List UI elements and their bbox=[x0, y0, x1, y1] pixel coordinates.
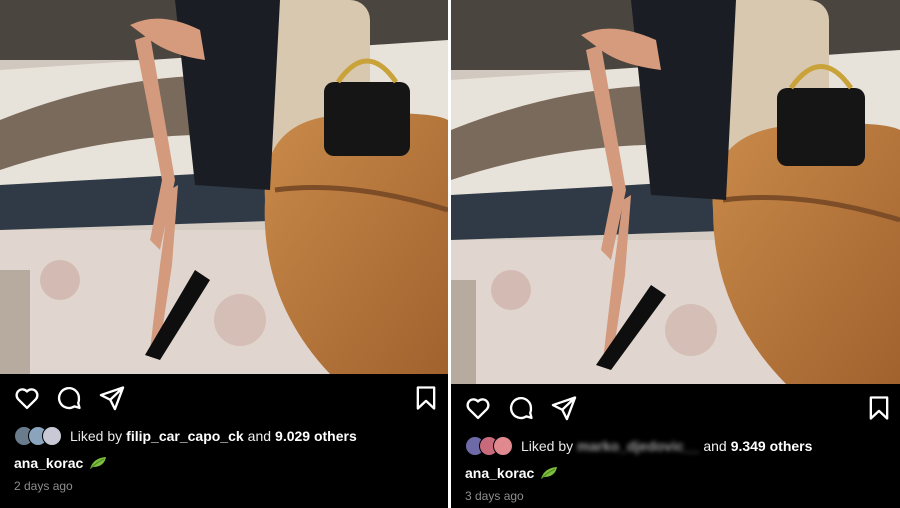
post-author: ana_korac bbox=[14, 453, 107, 473]
post-photo[interactable] bbox=[451, 0, 900, 384]
liker-avatars[interactable] bbox=[465, 436, 513, 456]
avatar bbox=[493, 436, 513, 456]
leaf-emoji bbox=[541, 467, 558, 479]
avatar bbox=[42, 426, 62, 446]
liked-by-label: Liked by bbox=[521, 438, 574, 454]
liker-username[interactable]: marko_djedovic__ bbox=[577, 438, 699, 454]
share-icon[interactable] bbox=[550, 394, 578, 422]
liked-by-label: Liked by bbox=[70, 428, 123, 444]
heart-icon[interactable] bbox=[464, 394, 492, 422]
and-label: and bbox=[703, 438, 727, 454]
heart-icon[interactable] bbox=[13, 384, 41, 412]
post-timestamp: 3 days ago bbox=[465, 489, 524, 503]
post-timestamp: 2 days ago bbox=[14, 479, 73, 493]
liker-username[interactable]: filip_car_capo_ck bbox=[126, 428, 244, 444]
post-photo[interactable] bbox=[0, 0, 448, 374]
post-author: ana_korac bbox=[465, 463, 558, 483]
author-username[interactable]: ana_korac bbox=[14, 455, 83, 471]
action-bar bbox=[451, 394, 900, 424]
post-right: Liked by marko_djedovic__ and 9.349 othe… bbox=[451, 0, 900, 508]
author-username[interactable]: ana_korac bbox=[465, 465, 534, 481]
share-icon[interactable] bbox=[98, 384, 126, 412]
likes-count[interactable]: 9.349 others bbox=[731, 438, 813, 454]
likes-row: Liked by filip_car_capo_ck and 9.029 oth… bbox=[14, 425, 438, 447]
post-left: Liked by filip_car_capo_ck and 9.029 oth… bbox=[0, 0, 448, 508]
photo-illustration bbox=[451, 0, 900, 384]
photo-illustration bbox=[0, 0, 448, 374]
liker-avatars[interactable] bbox=[14, 426, 62, 446]
and-label: and bbox=[247, 428, 272, 444]
bookmark-icon[interactable] bbox=[412, 384, 440, 412]
likes-row: Liked by marko_djedovic__ and 9.349 othe… bbox=[465, 435, 890, 457]
comment-icon[interactable] bbox=[507, 394, 535, 422]
action-bar bbox=[0, 384, 448, 414]
bookmark-icon[interactable] bbox=[865, 394, 893, 422]
comment-icon[interactable] bbox=[55, 384, 83, 412]
leaf-emoji bbox=[90, 457, 107, 469]
likes-count[interactable]: 9.029 others bbox=[275, 428, 357, 444]
